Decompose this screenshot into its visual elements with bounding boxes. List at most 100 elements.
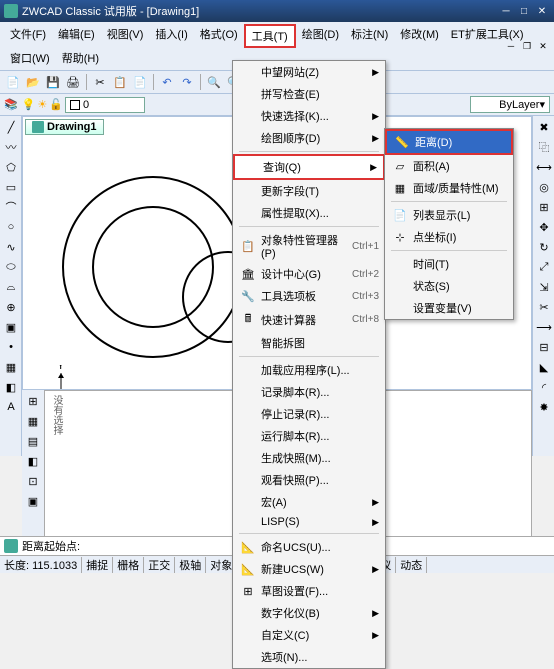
menu-item[interactable]: 🖩快速计算器Ctrl+8 — [233, 307, 385, 332]
submenu-item[interactable]: 📄列表显示(L) — [385, 204, 513, 226]
menu-item[interactable]: LISP(S)▶ — [233, 513, 385, 531]
layer-icon[interactable]: 📚 — [4, 98, 18, 111]
rotate-icon[interactable]: ↻ — [535, 238, 553, 256]
trim-icon[interactable]: ✂ — [535, 298, 553, 316]
menu-item[interactable]: 更新字段(T) — [233, 180, 385, 202]
explode-icon[interactable]: ✸ — [535, 398, 553, 416]
arc-icon[interactable]: ⌒ — [2, 198, 20, 216]
cut-icon[interactable]: ✂ — [91, 73, 109, 91]
menu-item[interactable]: 中望网站(Z)▶ — [233, 61, 385, 83]
status-toggle[interactable]: 动态 — [396, 557, 427, 573]
submenu-item[interactable]: 状态(S) — [385, 275, 513, 297]
menu-item[interactable]: 智能拆图 — [233, 332, 385, 354]
stretch-icon[interactable]: ⇲ — [535, 278, 553, 296]
menu-item[interactable]: 绘图顺序(D)▶ — [233, 127, 385, 149]
menu-item[interactable]: 窗口(W) — [4, 48, 56, 68]
rectangle-icon[interactable]: ▭ — [2, 178, 20, 196]
undo-icon[interactable]: ↶ — [158, 73, 176, 91]
coord-display[interactable]: 长度: 115.1033 — [0, 557, 82, 573]
close-button[interactable]: ✕ — [534, 4, 550, 18]
redo-icon[interactable]: ↷ — [178, 73, 196, 91]
save-icon[interactable]: 💾 — [44, 73, 62, 91]
menu-item[interactable]: 编辑(E) — [52, 24, 101, 48]
print-icon[interactable]: 🖨 — [64, 73, 82, 91]
paste-icon[interactable]: 📄 — [131, 73, 149, 91]
line-icon[interactable]: ╱ — [2, 118, 20, 136]
ellipse-arc-icon[interactable]: ⌓ — [2, 278, 20, 296]
ellipse-icon[interactable]: ⬭ — [2, 258, 20, 276]
circle-icon[interactable]: ○ — [2, 218, 20, 236]
spline-icon[interactable]: ∿ — [2, 238, 20, 256]
status-toggle[interactable]: 捕捉 — [82, 557, 113, 573]
copy-icon[interactable]: 📋 — [111, 73, 129, 91]
open-icon[interactable]: 📂 — [24, 73, 42, 91]
menu-item[interactable]: 记录脚本(R)... — [233, 381, 385, 403]
array-icon[interactable]: ⊞ — [535, 198, 553, 216]
scale-icon[interactable]: ⤢ — [535, 258, 553, 276]
layer-combo[interactable]: 0 — [65, 97, 145, 113]
panel-btn[interactable]: ⊞ — [24, 392, 42, 410]
maximize-button[interactable]: □ — [516, 4, 532, 18]
mirror-icon[interactable]: ⟷ — [535, 158, 553, 176]
sun-icon[interactable]: ☀ — [37, 98, 47, 111]
submenu-item[interactable]: 设置变量(V) — [385, 297, 513, 319]
lock-icon[interactable]: 🔓 — [49, 98, 63, 111]
menu-item[interactable]: 修改(M) — [394, 24, 445, 48]
zoom-icon[interactable]: 🔍 — [205, 73, 223, 91]
menu-item[interactable]: ⊞草图设置(F)... — [233, 580, 385, 602]
menu-item[interactable]: 绘图(D) — [296, 24, 345, 48]
menu-item[interactable]: 文件(F) — [4, 24, 52, 48]
copy-obj-icon[interactable]: ⿻ — [535, 138, 553, 156]
menu-item[interactable]: 📋对象特性管理器(P)Ctrl+1 — [233, 229, 385, 263]
panel-btn[interactable]: ▤ — [24, 432, 42, 450]
doc-close-button[interactable]: ✕ — [536, 40, 550, 52]
menu-item[interactable]: 工具(T) — [244, 24, 296, 48]
status-toggle[interactable]: 正交 — [144, 557, 175, 573]
drawing-tab[interactable]: Drawing1 — [25, 119, 104, 135]
menu-item[interactable]: 格式(O) — [194, 24, 244, 48]
menu-item[interactable]: 停止记录(R)... — [233, 403, 385, 425]
minimize-button[interactable]: ─ — [498, 4, 514, 18]
new-icon[interactable]: 📄 — [4, 73, 22, 91]
menu-item[interactable]: 快速选择(K)...▶ — [233, 105, 385, 127]
menu-item[interactable]: 属性提取(X)... — [233, 202, 385, 224]
submenu-item[interactable]: ▦面域/质量特性(M) — [385, 177, 513, 199]
menu-item[interactable]: 自定义(C)▶ — [233, 624, 385, 646]
submenu-item[interactable]: 📏距离(D) — [385, 129, 513, 155]
submenu-item[interactable]: ⊹点坐标(I) — [385, 226, 513, 248]
extend-icon[interactable]: ⟶ — [535, 318, 553, 336]
hatch-icon[interactable]: ▦ — [2, 358, 20, 376]
move-icon[interactable]: ✥ — [535, 218, 553, 236]
erase-icon[interactable]: ✖ — [535, 118, 553, 136]
text-icon[interactable]: A — [2, 398, 20, 416]
offset-icon[interactable]: ◎ — [535, 178, 553, 196]
panel-btn[interactable]: ▣ — [24, 492, 42, 510]
menu-item[interactable]: 🔧工具选项板Ctrl+3 — [233, 285, 385, 307]
status-toggle[interactable]: 栅格 — [113, 557, 144, 573]
doc-restore-button[interactable]: ❐ — [520, 40, 534, 52]
submenu-item[interactable]: 时间(T) — [385, 253, 513, 275]
break-icon[interactable]: ⊟ — [535, 338, 553, 356]
linetype-combo[interactable]: ByLayer ▾ — [470, 96, 550, 113]
panel-btn[interactable]: ◧ — [24, 452, 42, 470]
insert-icon[interactable]: ⊕ — [2, 298, 20, 316]
menu-item[interactable]: 拼写检查(E) — [233, 83, 385, 105]
fillet-icon[interactable]: ◜ — [535, 378, 553, 396]
menu-item[interactable]: 📐新建UCS(W)▶ — [233, 558, 385, 580]
panel-btn[interactable]: ▦ — [24, 412, 42, 430]
status-toggle[interactable]: 极轴 — [175, 557, 206, 573]
menu-item[interactable]: 视图(V) — [101, 24, 150, 48]
menu-item[interactable]: 运行脚本(R)... — [233, 425, 385, 447]
menu-item[interactable]: 观看快照(P)... — [233, 469, 385, 491]
menu-item[interactable]: 🏛设计中心(G)Ctrl+2 — [233, 263, 385, 285]
menu-item[interactable]: 帮助(H) — [56, 48, 105, 68]
point-icon[interactable]: • — [2, 338, 20, 356]
menu-item[interactable]: 生成快照(M)... — [233, 447, 385, 469]
menu-item[interactable]: 加载应用程序(L)... — [233, 359, 385, 381]
menu-item[interactable]: 查询(Q)▶ — [233, 154, 385, 180]
menu-item[interactable]: 选项(N)... — [233, 646, 385, 668]
chamfer-icon[interactable]: ◣ — [535, 358, 553, 376]
panel-btn[interactable]: ⊡ — [24, 472, 42, 490]
polyline-icon[interactable]: 〰 — [2, 138, 20, 156]
region-icon[interactable]: ◧ — [2, 378, 20, 396]
